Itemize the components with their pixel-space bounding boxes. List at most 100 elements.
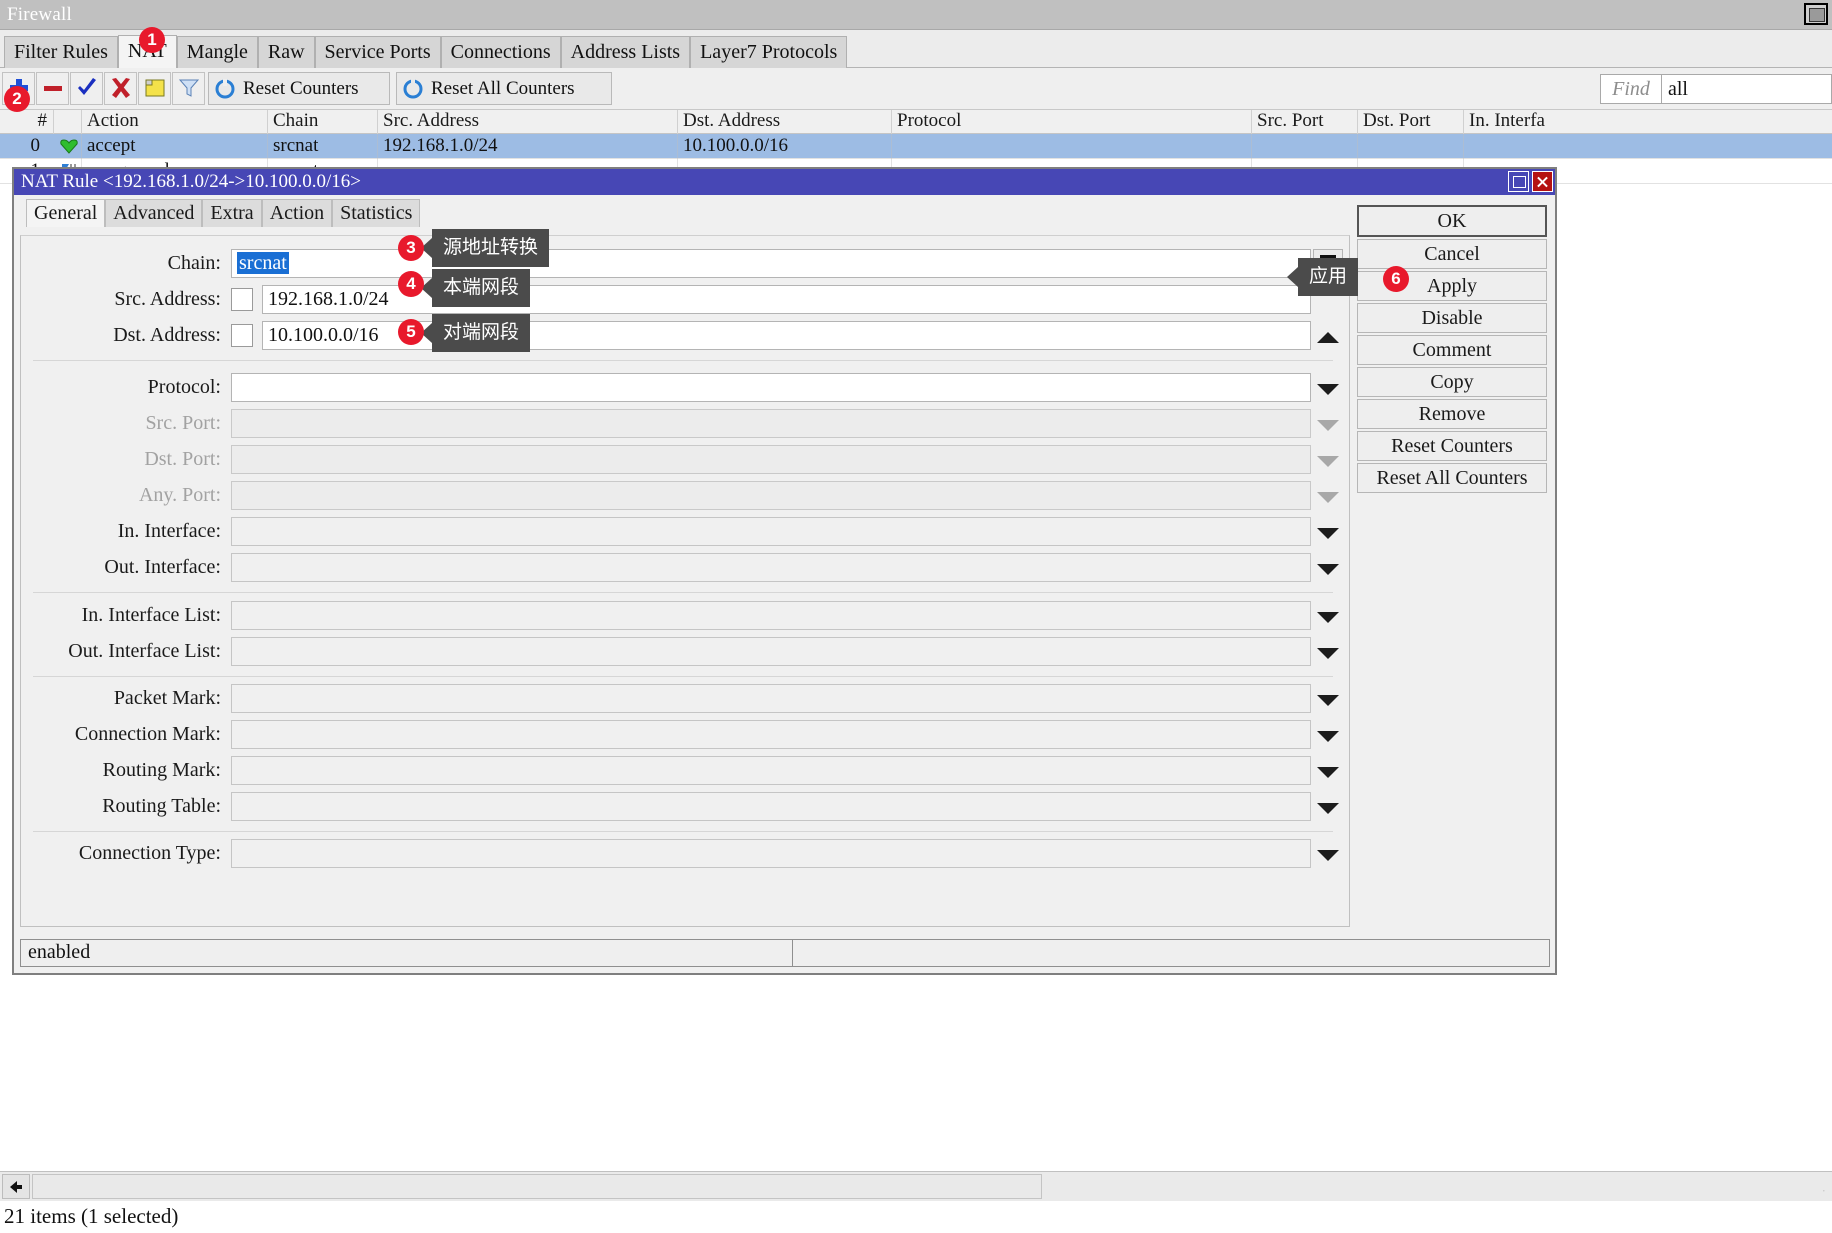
col-num[interactable]: # [0, 110, 54, 134]
connection-mark-label: Connection Mark: [74, 723, 221, 745]
dialog-status-text: enabled [21, 940, 793, 966]
routing-table-dropdown-button[interactable] [1313, 792, 1343, 821]
reset-all-counters-icon [403, 79, 423, 99]
copy-button[interactable]: Copy [1357, 367, 1547, 397]
protocol-dropdown-button[interactable] [1313, 373, 1343, 402]
out-interface-list-input[interactable] [231, 637, 1311, 666]
field-connection-type: Connection Type: [21, 838, 1351, 870]
annotation-badge-2: 2 [4, 86, 30, 112]
col-in-interface[interactable]: In. Interfa [1464, 110, 1832, 134]
col-chain[interactable]: Chain [268, 110, 378, 134]
col-src-address[interactable]: Src. Address [378, 110, 678, 134]
dst-port-dropdown-button[interactable] [1313, 445, 1343, 474]
disable-button[interactable]: Disable [1357, 303, 1547, 333]
cell-dst-port [1358, 134, 1464, 159]
src-address-negate-checkbox[interactable] [231, 288, 253, 311]
col-flag[interactable] [54, 110, 82, 134]
tab-service-ports[interactable]: Service Ports [314, 36, 441, 68]
cell-src-port [1252, 134, 1358, 159]
reset-counters-button[interactable]: Reset Counters [1357, 431, 1547, 461]
tab-filter-rules[interactable]: Filter Rules [4, 36, 118, 68]
connection-type-input[interactable] [231, 839, 1311, 868]
tab-general[interactable]: General [26, 199, 106, 227]
chevron-down-icon [1317, 384, 1339, 395]
watermark: · [1821, 1183, 1826, 1198]
chain-input[interactable]: srcnat [231, 249, 1311, 278]
protocol-input[interactable] [231, 373, 1311, 402]
col-action[interactable]: Action [82, 110, 268, 134]
cell-num: 0 [30, 135, 41, 156]
out-interface-input[interactable] [231, 553, 1311, 582]
tab-address-lists[interactable]: Address Lists [560, 36, 691, 68]
enable-check-button[interactable] [70, 72, 103, 105]
field-dst-address: Dst. Address: 10.100.0.0/16 [21, 320, 1351, 352]
tab-action[interactable]: Action [261, 199, 333, 227]
out-interface-label: Out. Interface: [104, 556, 221, 578]
remove-button[interactable]: Remove [1357, 399, 1547, 429]
src-port-input[interactable] [231, 409, 1311, 438]
connection-mark-dropdown-button[interactable] [1313, 720, 1343, 749]
scroll-left-button[interactable] [2, 1174, 30, 1199]
ok-button[interactable]: OK [1357, 205, 1547, 237]
chevron-down-icon [1317, 695, 1339, 706]
any-port-input[interactable] [231, 481, 1311, 510]
reset-counters-label: Reset Counters [243, 78, 359, 99]
packet-mark-dropdown-button[interactable] [1313, 684, 1343, 713]
dst-address-collapse-button[interactable] [1313, 321, 1343, 350]
in-interface-list-input[interactable] [231, 601, 1311, 630]
reset-all-counters-button[interactable]: Reset All Counters [396, 72, 612, 105]
tab-extra[interactable]: Extra [202, 199, 262, 227]
dst-port-input[interactable] [231, 445, 1311, 474]
filter-button[interactable] [172, 72, 205, 105]
find-input[interactable]: all [1662, 74, 1832, 104]
connection-type-dropdown-button[interactable] [1313, 839, 1343, 868]
remove-button[interactable] [36, 72, 69, 105]
routing-table-label: Routing Table: [102, 795, 221, 817]
divider [33, 676, 1333, 677]
any-port-dropdown-button[interactable] [1313, 481, 1343, 510]
routing-mark-input[interactable] [231, 756, 1311, 785]
comment-button[interactable] [138, 72, 171, 105]
packet-mark-input[interactable] [231, 684, 1311, 713]
tab-statistics[interactable]: Statistics [332, 199, 421, 227]
reset-counters-button[interactable]: Reset Counters [208, 72, 390, 105]
disable-x-button[interactable] [104, 72, 137, 105]
maximize-icon[interactable] [1508, 171, 1529, 192]
col-dst-address[interactable]: Dst. Address [678, 110, 892, 134]
reset-all-counters-button[interactable]: Reset All Counters [1357, 463, 1547, 493]
col-dst-port[interactable]: Dst. Port [1358, 110, 1464, 134]
packet-mark-label: Packet Mark: [113, 687, 221, 709]
scroll-thumb[interactable] [32, 1174, 1042, 1199]
chevron-down-icon [1317, 564, 1339, 575]
table-row[interactable]: 0 accept srcnat 192.168.1.0/24 10.100.0.… [0, 134, 1832, 159]
tab-connections[interactable]: Connections [440, 36, 561, 68]
chevron-down-icon [1317, 648, 1339, 659]
close-icon[interactable] [1532, 171, 1553, 192]
out-interface-dropdown-button[interactable] [1313, 553, 1343, 582]
tab-mangle[interactable]: Mangle [176, 36, 258, 68]
in-interface-list-dropdown-button[interactable] [1313, 601, 1343, 630]
out-interface-list-dropdown-button[interactable] [1313, 637, 1343, 666]
cell-dst-address: 10.100.0.0/16 [678, 134, 892, 159]
routing-mark-dropdown-button[interactable] [1313, 756, 1343, 785]
divider [33, 360, 1333, 361]
in-interface-dropdown-button[interactable] [1313, 517, 1343, 546]
cell-protocol [892, 134, 1252, 159]
horizontal-scrollbar[interactable] [0, 1171, 1832, 1201]
tab-label: Mangle [186, 41, 248, 63]
comment-button[interactable]: Comment [1357, 335, 1547, 365]
col-src-port[interactable]: Src. Port [1252, 110, 1358, 134]
tab-advanced[interactable]: Advanced [105, 199, 203, 227]
tab-raw[interactable]: Raw [257, 36, 315, 68]
find-label[interactable]: Find [1600, 74, 1662, 104]
dst-address-negate-checkbox[interactable] [231, 324, 253, 347]
restore-button[interactable] [1804, 3, 1828, 25]
routing-table-input[interactable] [231, 792, 1311, 821]
toolbar: Reset Counters Reset All Counters Find al… [0, 68, 1832, 110]
connection-mark-input[interactable] [231, 720, 1311, 749]
cancel-button[interactable]: Cancel [1357, 239, 1547, 269]
col-protocol[interactable]: Protocol [892, 110, 1252, 134]
src-port-dropdown-button[interactable] [1313, 409, 1343, 438]
in-interface-input[interactable] [231, 517, 1311, 546]
tab-layer7-protocols[interactable]: Layer7 Protocols [690, 36, 848, 68]
